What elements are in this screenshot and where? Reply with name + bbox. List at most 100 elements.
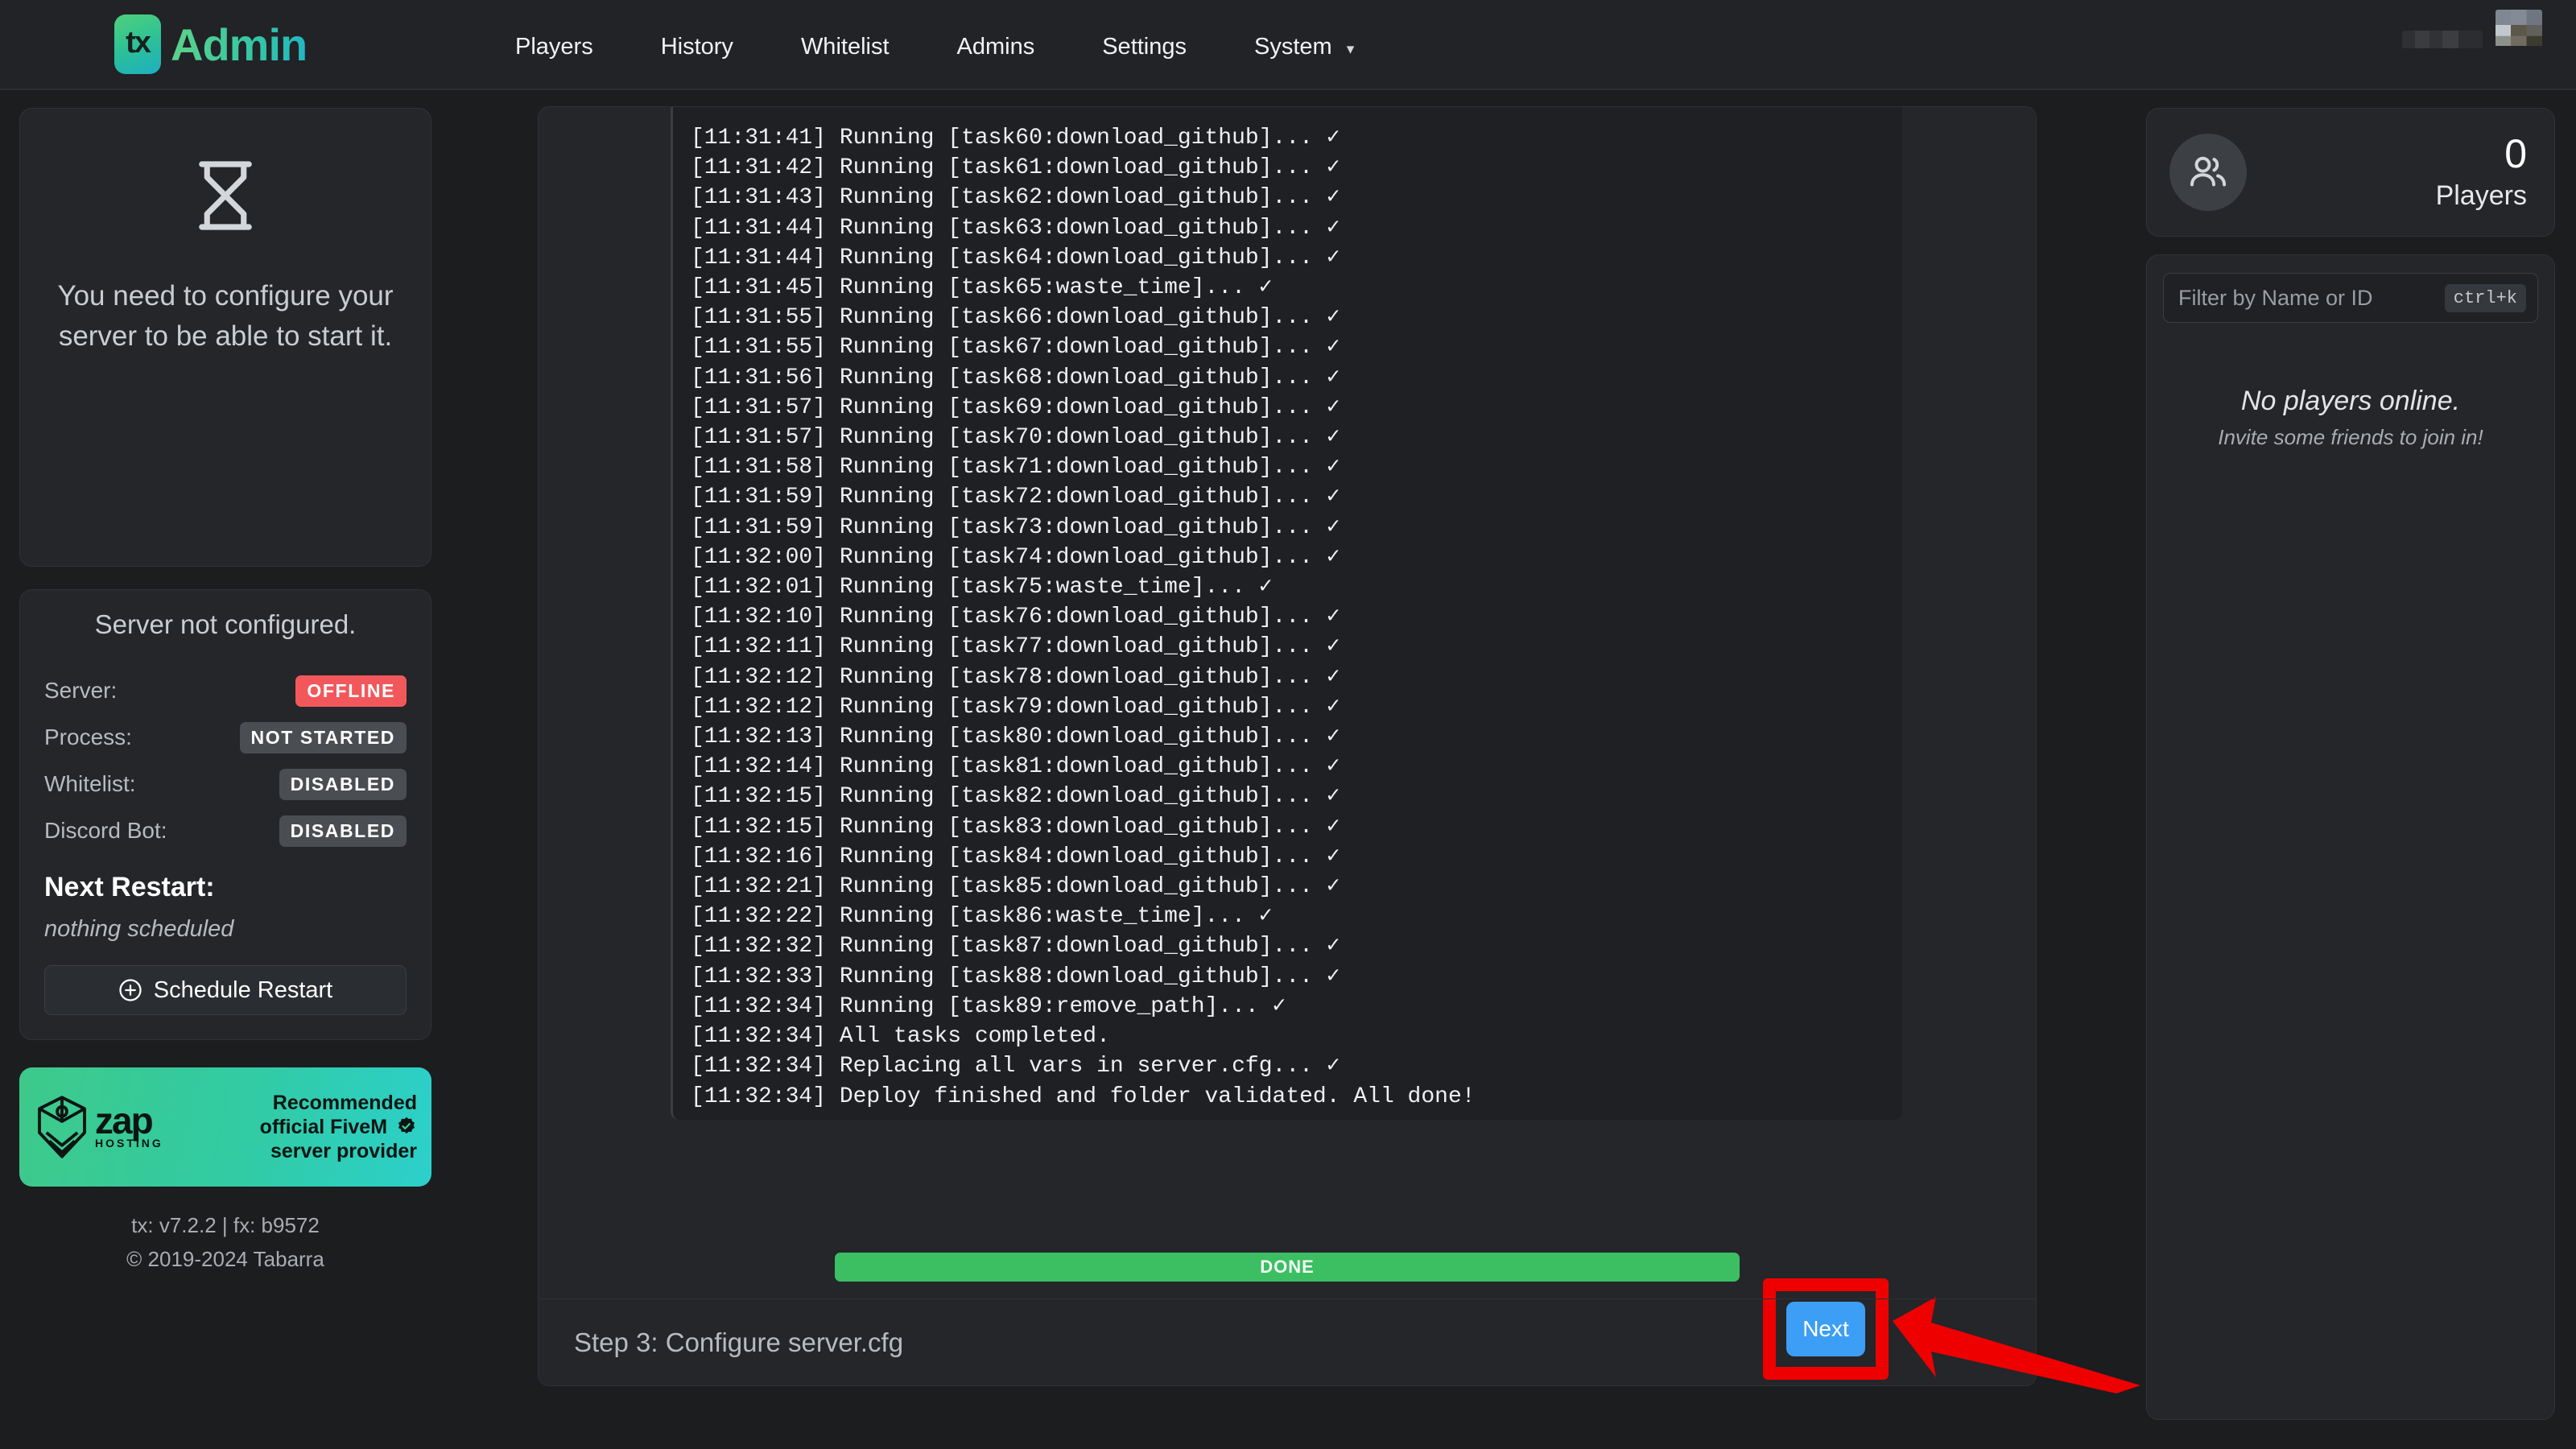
nav-label: Whitelist — [800, 34, 890, 60]
status-row-discord-bot: Discord Bot: DISABLED — [44, 814, 407, 848]
console-line: [11:31:57] Running [task69:download_gith… — [691, 394, 1340, 420]
progress-label: DONE — [1260, 1257, 1315, 1277]
players-group-icon — [2169, 134, 2247, 211]
console-line-list: [11:31:41] Running [task60:download_gith… — [691, 123, 1883, 1112]
zap-ad-line-1: Recommended — [272, 1092, 417, 1114]
chevron-down-icon: ▾ — [1346, 41, 1355, 58]
status-row-process: Process: NOT STARTED — [44, 720, 407, 754]
console-line: [11:32:22] Running [task86:waste_time]..… — [691, 904, 1273, 930]
zap-ad-copy: Recommended official FiveM server provid… — [175, 1091, 417, 1163]
console-line: [11:32:12] Running [task79:download_gith… — [691, 694, 1340, 720]
status-badge: DISABLED — [279, 815, 407, 847]
plus-circle-icon — [119, 979, 142, 1001]
players-summary-card[interactable]: 0 Players — [2146, 108, 2555, 237]
console-line: [11:32:32] Running [task87:download_gith… — [691, 934, 1340, 960]
console-line: [11:32:13] Running [task80:download_gith… — [691, 724, 1340, 750]
nav-item-whitelist[interactable]: Whitelist — [793, 29, 898, 65]
status-row-server: Server: OFFLINE — [44, 674, 407, 708]
deploy-console-output[interactable]: [11:31:41] Running [task60:download_gith… — [671, 107, 1902, 1120]
console-line: [11:32:15] Running [task82:download_gith… — [691, 784, 1340, 810]
player-filter-shortcut-kbd: ctrl+k — [2444, 283, 2526, 312]
nav-item-admins[interactable]: Admins — [949, 29, 1043, 65]
player-filter-input[interactable]: Filter by Name or ID ctrl+k — [2163, 273, 2538, 323]
configure-server-message: You need to configure your server to be … — [57, 280, 394, 352]
no-players-title: No players online. — [2240, 386, 2461, 416]
nav-item-history[interactable]: History — [653, 29, 741, 65]
server-status-card: Server not configured. Server: OFFLINE P… — [19, 589, 431, 1040]
players-count-block: 0 Players — [2436, 134, 2527, 212]
player-filter-placeholder: Filter by Name or ID — [2178, 285, 2373, 310]
console-line: [11:32:33] Running [task88:download_gith… — [691, 964, 1340, 989]
zap-ad-line-3: server provider — [270, 1140, 417, 1162]
zap-sub-wordmark: HOSTING — [95, 1137, 163, 1150]
console-line: [11:31:44] Running [task64:download_gith… — [691, 245, 1340, 270]
console-line: [11:31:55] Running [task67:download_gith… — [691, 335, 1340, 361]
console-line: [11:32:34] Running [task89:remove_path].… — [691, 993, 1286, 1019]
console-line: [11:32:14] Running [task81:download_gith… — [691, 754, 1340, 780]
no-players-subtitle: Invite some friends to join in! — [2218, 425, 2483, 449]
avatar[interactable] — [2496, 10, 2542, 56]
console-line: [11:31:55] Running [task66:download_gith… — [691, 305, 1340, 331]
players-label: Players — [2435, 180, 2527, 211]
zap-ad-line-2: official FiveM — [175, 1115, 417, 1139]
players-count: 0 — [2504, 130, 2527, 176]
console-line: [11:32:21] Running [task85:download_gith… — [691, 874, 1340, 900]
next-restart-title: Next Restart: — [44, 872, 215, 902]
verified-badge-icon — [398, 1117, 415, 1134]
copyright-info: © 2019-2024 Tabarra — [126, 1246, 324, 1271]
version-info: tx: v7.2.2 | fx: b9572 — [131, 1213, 320, 1237]
status-row-whitelist: Whitelist: DISABLED — [44, 767, 407, 801]
status-badge: NOT STARTED — [239, 721, 407, 753]
username-redacted — [2402, 31, 2483, 48]
setup-main-card: [11:31:41] Running [task60:download_gith… — [538, 106, 2140, 1393]
nav-item-players[interactable]: Players — [507, 29, 601, 65]
status-label: Server: — [44, 678, 118, 703]
nav-label: Players — [515, 34, 593, 60]
nav-label: System — [1254, 34, 1332, 60]
console-line: [11:31:41] Running [task60:download_gith… — [691, 126, 1340, 151]
console-line: [11:32:00] Running [task74:download_gith… — [691, 544, 1340, 570]
console-line: [11:32:10] Running [task76:download_gith… — [691, 605, 1340, 630]
console-line: [11:31:59] Running [task72:download_gith… — [691, 485, 1340, 510]
nav-label: Admins — [956, 34, 1035, 60]
console-line: [11:31:59] Running [task73:download_gith… — [691, 514, 1340, 540]
console-line: [11:31:45] Running [task65:waste_time]..… — [691, 275, 1273, 301]
status-card-title: Server not configured. — [94, 609, 357, 639]
console-line: [11:31:43] Running [task62:download_gith… — [691, 185, 1340, 211]
schedule-restart-button[interactable]: Schedule Restart — [44, 965, 407, 1015]
brand-title: Admin — [171, 19, 308, 70]
header-user-area[interactable] — [2402, 10, 2542, 56]
sidebar-footer: tx: v7.2.2 | fx: b9572 © 2019-2024 Tabar… — [19, 1209, 431, 1276]
console-line: [11:32:01] Running [task75:waste_time]..… — [691, 575, 1273, 601]
zap-ad-line-2-text: official FiveM — [259, 1116, 388, 1138]
console-line: [11:31:56] Running [task68:download_gith… — [691, 365, 1340, 390]
nav-item-settings[interactable]: Settings — [1094, 29, 1195, 65]
hourglass-icon — [199, 161, 252, 230]
players-list-card: Filter by Name or ID ctrl+k No players o… — [2146, 254, 2555, 1420]
console-line: [11:32:34] Replacing all vars in server.… — [691, 1054, 1340, 1080]
status-label: Whitelist: — [44, 771, 136, 796]
progress-fill: DONE — [835, 1253, 1740, 1282]
brand-logo[interactable]: tx Admin — [114, 14, 308, 74]
next-restart-value: nothing scheduled — [44, 916, 234, 942]
console-line: [11:31:58] Running [task71:download_gith… — [691, 455, 1340, 481]
status-badge: OFFLINE — [295, 675, 407, 707]
zap-wordmark: zap — [95, 1099, 154, 1141]
console-line: [11:32:11] Running [task77:download_gith… — [691, 634, 1340, 660]
zap-hosting-ad-banner[interactable]: zap HOSTING Recommended official FiveM s… — [19, 1067, 431, 1187]
console-line: [11:31:44] Running [task63:download_gith… — [691, 215, 1340, 241]
brand-mark-label: tx — [126, 25, 151, 60]
txadmin-logo-icon: tx — [114, 14, 161, 74]
status-badge: DISABLED — [279, 768, 407, 800]
console-line: [11:31:42] Running [task61:download_gith… — [691, 155, 1340, 181]
right-sidebar: 0 Players Filter by Name or ID ctrl+k No… — [2146, 108, 2555, 1420]
console-line: [11:32:16] Running [task84:download_gith… — [691, 844, 1340, 869]
zap-hosting-cube-icon — [38, 1096, 86, 1158]
nav-item-system[interactable]: System ▾ — [1246, 29, 1362, 65]
console-line: [11:31:57] Running [task70:download_gith… — [691, 425, 1340, 451]
deploy-progress-bar: DONE — [835, 1253, 1740, 1282]
nav-label: Settings — [1102, 34, 1187, 60]
step-label: Step 3: Configure server.cfg — [574, 1327, 904, 1357]
nav-label: History — [660, 34, 733, 60]
console-line: [11:32:15] Running [task83:download_gith… — [691, 814, 1340, 840]
